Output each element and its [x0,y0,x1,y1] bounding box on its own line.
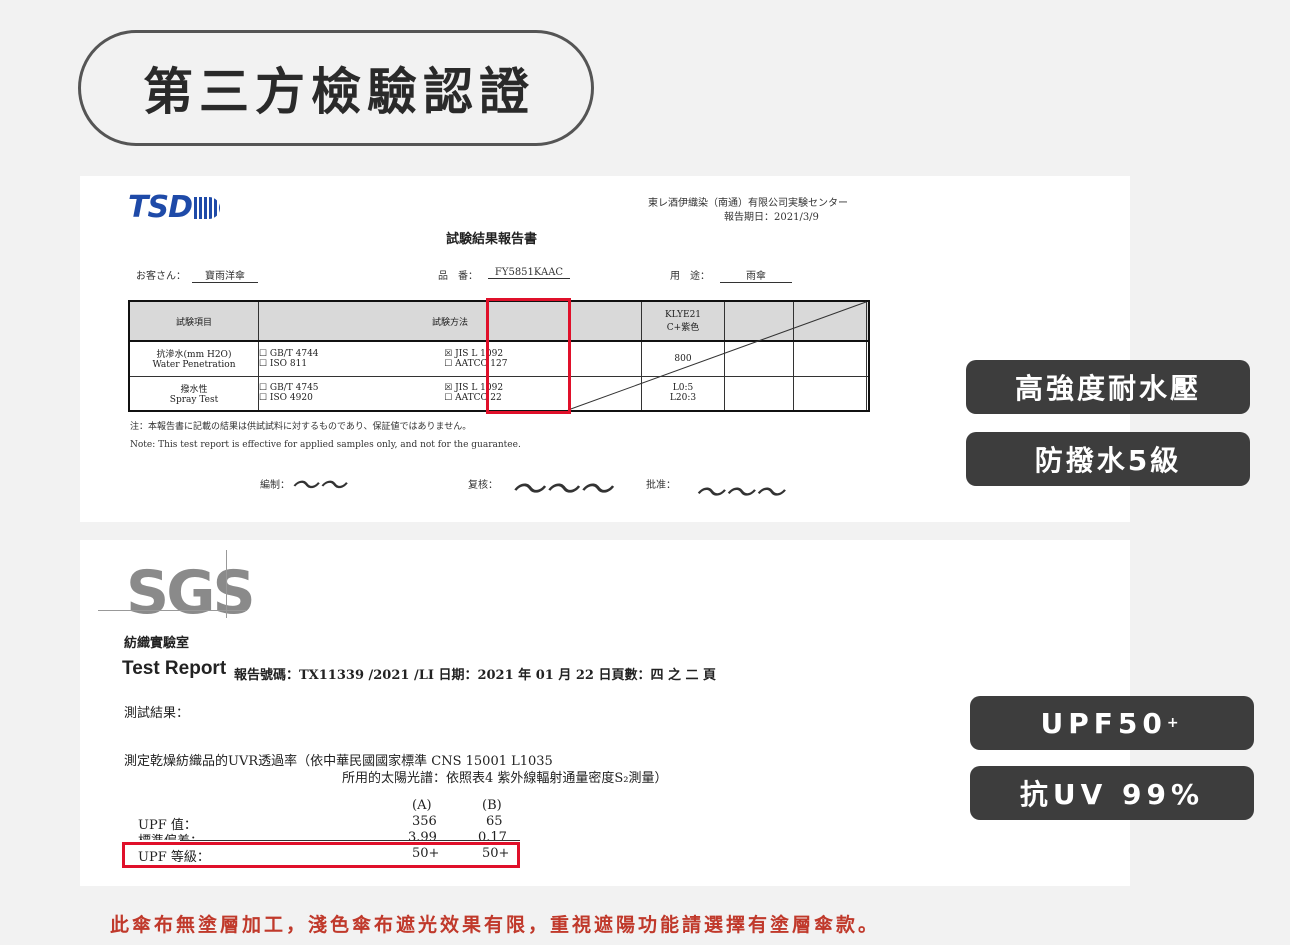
product-label: 品 番： [438,271,478,282]
report-info: 報告號碼：TX11339 /2021 /LI 日期：2021 年 01 月 22… [234,668,717,683]
highlight-box [122,842,520,868]
divider [180,840,520,841]
sgs-logo: SGS [126,558,256,628]
note-en: Note: This test report is effective for … [130,440,521,450]
upf-value-a: 356 [412,814,437,829]
signature-approver: 〜〜〜 [694,476,784,511]
tag-water-repellent: 防撥水5級 [966,432,1250,486]
highlight-box [486,298,571,414]
report-date: 報告期日：2021/3/9 [724,212,819,223]
signature-reviewer: 〜〜〜 [510,470,612,510]
tsd-logo-stripes [193,197,220,219]
upf-value-b: 65 [486,814,503,829]
product-value: FY5851KAAC [488,267,570,279]
usage-label: 用 途： [670,271,710,282]
col-a-header: (A) [412,798,432,813]
sgs-logo-rule-v [226,550,227,618]
tsd-logo: TSD [128,190,220,225]
sign-approve-label: 批准： [646,480,676,491]
note-jp: 注：本報告書に記載の結果は供試試料に対するものであり、保証値ではありません。 [130,422,472,432]
sgs-logo-rule-h [98,610,246,611]
std-dev-b: 0.17 [478,830,507,840]
col-b-header: (B) [482,798,502,813]
sign-review-label: 复核： [468,480,498,491]
sign-editor-label: 編制： [260,480,290,491]
test-report-label: Test Report [122,658,227,679]
tag-anti-uv: 抗UV 99% [970,766,1254,820]
lab-name: 紡織實驗室 [124,636,190,651]
page-title: 第三方檢驗認證 [143,63,535,121]
tag-upf: UPF50 + [970,696,1254,750]
customer-value: 寶雨洋傘 [192,267,258,283]
usage-value: 雨傘 [720,267,792,283]
result-label: 測試結果： [124,706,190,721]
std-dev-label: 標準偏差： [138,830,203,840]
report-title: 試験結果報告書 [446,232,538,247]
lab-name: 東レ酒伊織染（南通）有限公司実験センター [648,198,848,209]
page-title-pill: 第三方檢驗認證 [78,30,594,146]
method-line-2: 所用的太陽光譜：依照表4 紫外線輻射通量密度S₂測量） [342,771,668,786]
signature-editor: 〜〜 [290,469,347,502]
std-dev-a: 3.99 [408,830,437,840]
tag-waterproof: 高強度耐水壓 [966,360,1250,414]
customer-label: お客さん： [136,271,186,282]
footnote: 此傘布無塗層加工，淺色傘布遮光效果有限，重視遮陽功能請選擇有塗層傘款。 [110,914,881,936]
